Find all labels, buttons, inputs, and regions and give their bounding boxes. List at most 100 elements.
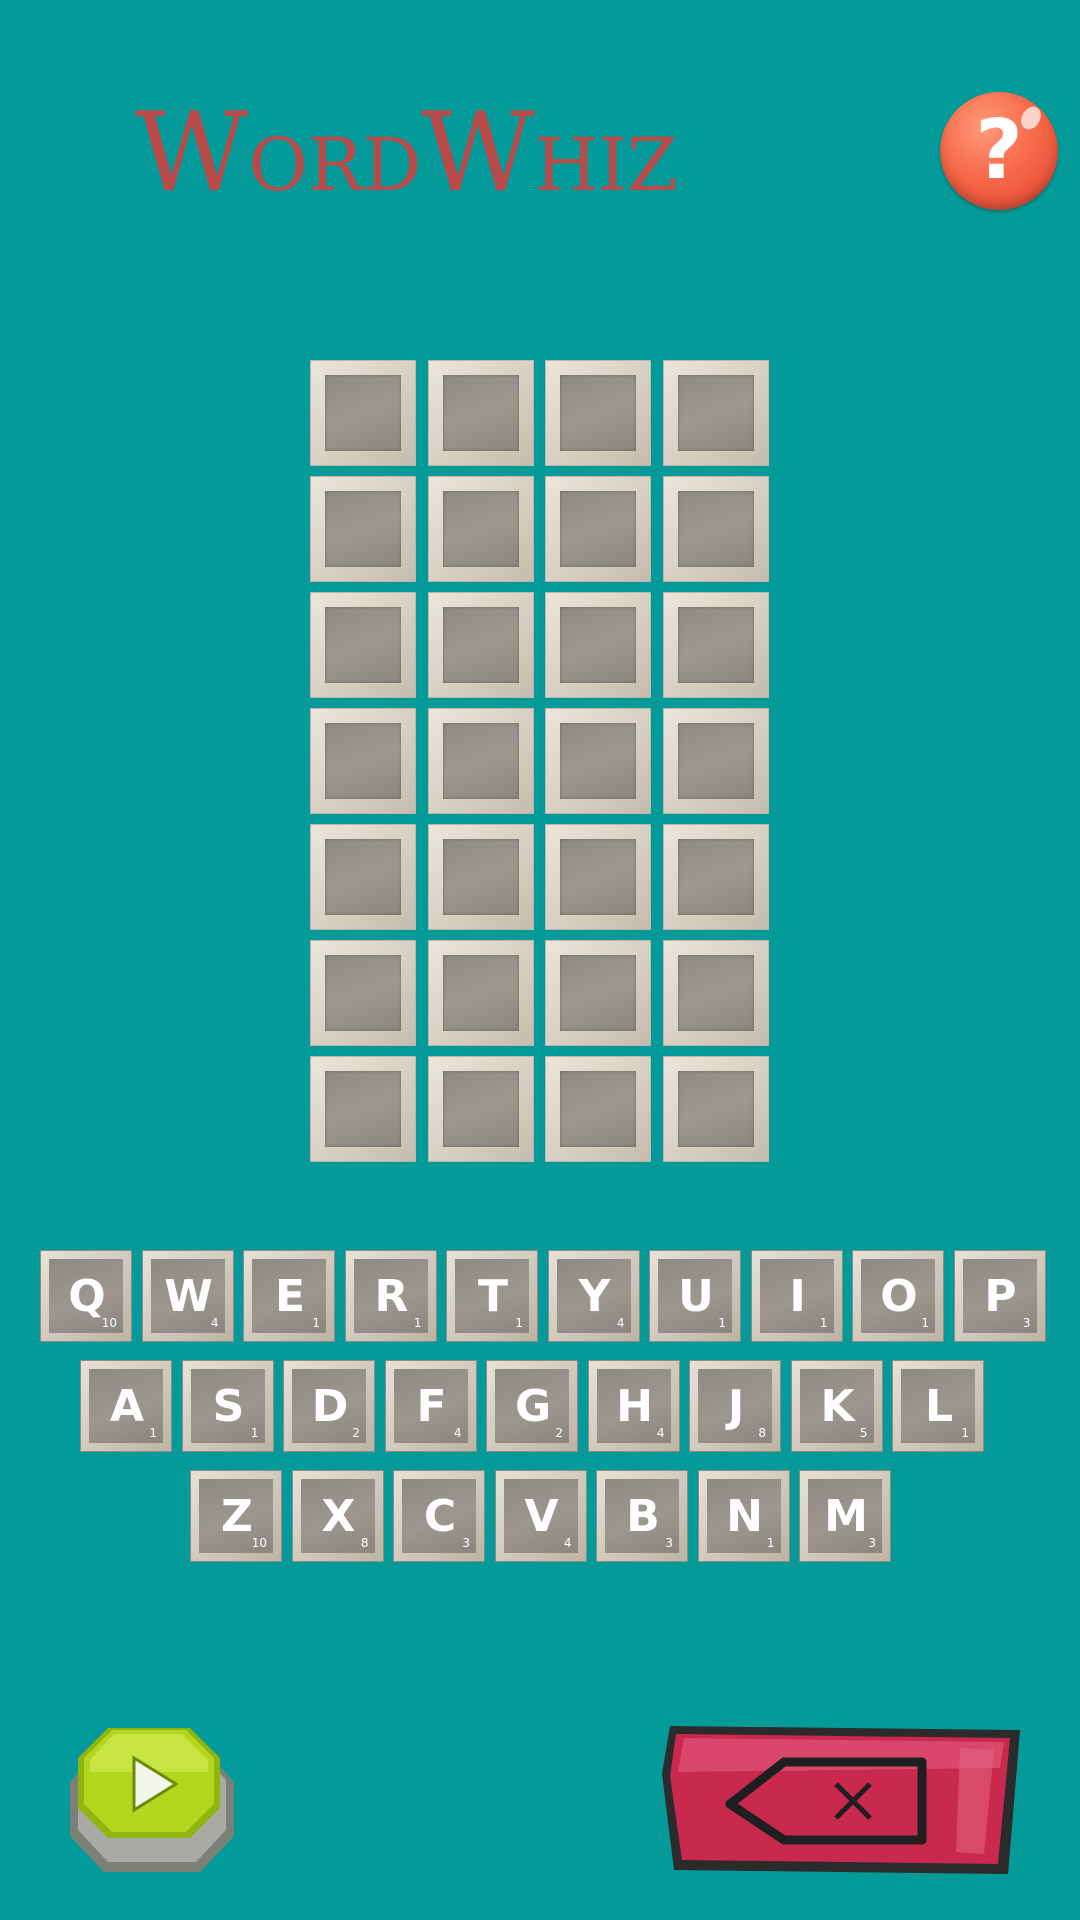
key-letter: M xyxy=(824,1491,868,1542)
key-score: 2 xyxy=(555,1426,563,1440)
key-m[interactable]: M3 xyxy=(799,1470,891,1562)
key-c[interactable]: C3 xyxy=(393,1470,485,1562)
board-cell xyxy=(310,360,416,466)
board-cell xyxy=(662,940,769,1046)
board-cell xyxy=(310,476,416,582)
key-a[interactable]: A1 xyxy=(80,1360,172,1452)
key-score: 1 xyxy=(718,1316,726,1330)
key-score: 3 xyxy=(462,1536,470,1550)
board-cell xyxy=(310,1056,416,1162)
board-cell xyxy=(310,824,416,930)
key-score: 2 xyxy=(352,1426,360,1440)
key-letter: H xyxy=(616,1381,653,1432)
key-w[interactable]: W4 xyxy=(141,1250,234,1342)
question-mark-icon: ? xyxy=(975,103,1023,198)
board-cell xyxy=(545,360,651,466)
board-cell xyxy=(662,592,769,698)
key-score: 4 xyxy=(616,1316,625,1330)
key-score: 10 xyxy=(251,1536,267,1550)
key-letter: O xyxy=(880,1271,918,1322)
key-letter: F xyxy=(416,1381,447,1432)
app-title: WordWhiz xyxy=(135,88,678,216)
board-cell xyxy=(545,824,651,930)
key-o[interactable]: O1 xyxy=(852,1250,944,1342)
key-p[interactable]: P3 xyxy=(953,1250,1046,1342)
key-s[interactable]: S1 xyxy=(181,1360,274,1452)
key-g[interactable]: G2 xyxy=(486,1360,578,1452)
letter-board xyxy=(310,360,770,1162)
key-b[interactable]: B3 xyxy=(596,1470,688,1562)
board-cell xyxy=(662,476,769,582)
key-letter: G xyxy=(514,1381,552,1432)
key-l[interactable]: L1 xyxy=(892,1360,984,1452)
key-score: 3 xyxy=(1022,1316,1031,1330)
key-score: 1 xyxy=(250,1426,259,1440)
board-cell xyxy=(545,592,651,698)
board-cell xyxy=(427,708,534,814)
key-n[interactable]: N1 xyxy=(697,1470,790,1562)
key-letter: W xyxy=(164,1271,213,1322)
key-score: 4 xyxy=(453,1426,462,1440)
board-cell xyxy=(427,360,534,466)
board-cell xyxy=(545,940,651,1046)
board-cell xyxy=(427,1056,534,1162)
board-cell xyxy=(427,940,534,1046)
key-score: 1 xyxy=(921,1316,929,1330)
key-j[interactable]: J8 xyxy=(689,1360,781,1452)
key-score: 8 xyxy=(758,1426,766,1440)
delete-button[interactable] xyxy=(660,1724,1022,1876)
key-q[interactable]: Q 10 xyxy=(40,1250,132,1342)
key-h[interactable]: H4 xyxy=(587,1360,680,1452)
key-k[interactable]: K5 xyxy=(790,1360,883,1452)
key-e[interactable]: E1 xyxy=(243,1250,335,1342)
key-z[interactable]: Z 10 xyxy=(190,1470,282,1562)
play-arrow-icon xyxy=(70,1728,234,1872)
key-letter: L xyxy=(924,1381,954,1432)
key-score: 5 xyxy=(859,1426,868,1440)
key-letter: P xyxy=(984,1271,1017,1322)
key-score: 1 xyxy=(413,1316,422,1330)
key-r[interactable]: R1 xyxy=(344,1250,437,1342)
key-letter: Q xyxy=(68,1271,106,1322)
board-cell xyxy=(427,824,534,930)
board-cell xyxy=(662,708,769,814)
key-score: 3 xyxy=(868,1536,876,1550)
key-i[interactable]: I1 xyxy=(750,1250,843,1342)
key-letter: V xyxy=(524,1491,559,1542)
board-cell xyxy=(545,708,651,814)
key-score: 1 xyxy=(312,1316,320,1330)
key-score: 1 xyxy=(149,1426,157,1440)
key-letter: U xyxy=(678,1271,714,1322)
key-score: 1 xyxy=(961,1426,969,1440)
board-cell xyxy=(662,360,769,466)
key-u[interactable]: U1 xyxy=(649,1250,741,1342)
key-score: 4 xyxy=(210,1316,219,1330)
key-letter: A xyxy=(109,1381,145,1432)
board-cell xyxy=(545,1056,651,1162)
key-letter: Y xyxy=(578,1271,611,1322)
key-x[interactable]: X8 xyxy=(291,1470,384,1562)
key-t[interactable]: T1 xyxy=(446,1250,538,1342)
key-d[interactable]: D2 xyxy=(283,1360,375,1452)
board-cell xyxy=(427,476,534,582)
backspace-icon xyxy=(662,1726,1020,1874)
key-letter: N xyxy=(726,1491,763,1542)
key-score: 8 xyxy=(360,1536,369,1550)
key-letter: J xyxy=(727,1381,745,1432)
key-letter: C xyxy=(423,1491,457,1542)
key-score: 1 xyxy=(766,1536,775,1550)
key-f[interactable]: F4 xyxy=(384,1360,477,1452)
key-v[interactable]: V4 xyxy=(494,1470,587,1562)
help-button[interactable]: ? xyxy=(940,92,1058,210)
board-cell xyxy=(662,1056,769,1162)
key-y[interactable]: Y4 xyxy=(547,1250,640,1342)
key-letter: X xyxy=(321,1491,356,1542)
key-letter: R xyxy=(374,1271,409,1322)
key-score: 1 xyxy=(515,1316,523,1330)
board-cell xyxy=(662,824,769,930)
enter-button[interactable] xyxy=(64,1724,240,1874)
key-score: 4 xyxy=(656,1426,665,1440)
key-letter: T xyxy=(477,1271,508,1322)
key-letter: Z xyxy=(221,1491,253,1542)
key-letter: B xyxy=(626,1491,660,1542)
